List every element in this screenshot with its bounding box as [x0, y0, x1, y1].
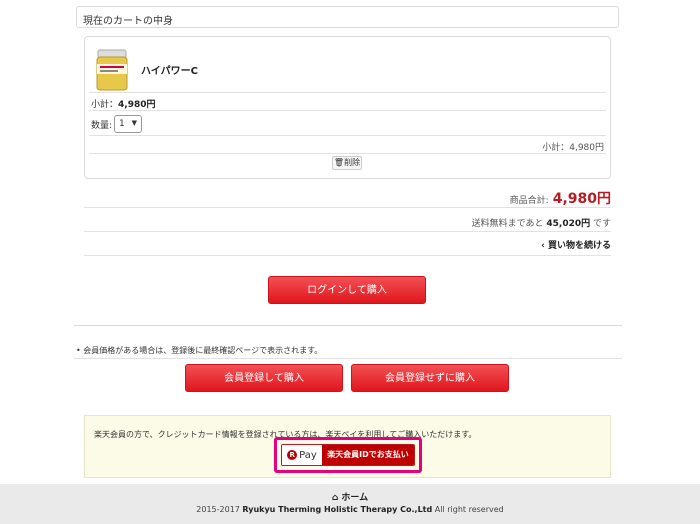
free-ship-suffix: です: [592, 219, 611, 229]
divider: [89, 135, 606, 136]
login-purchase-button[interactable]: ログインして購入: [268, 276, 426, 304]
divider: [89, 110, 606, 111]
subtotal-value: 4,980円: [118, 100, 156, 110]
footer: ⌂ ホーム 2015-2017 Ryukyu Therming Holistic…: [0, 484, 700, 524]
note-text: 会員価格がある場合は、登録後に最終確認ページで表示されます。: [83, 346, 323, 355]
chevron-down-icon: ▼: [131, 119, 137, 127]
footer-home-link[interactable]: ⌂ ホーム: [0, 490, 700, 503]
delete-label: 削除: [344, 158, 361, 167]
divider: [74, 358, 622, 359]
product-name[interactable]: ハイパワーC: [141, 62, 198, 77]
register-purchase-button[interactable]: 会員登録して購入: [185, 364, 343, 392]
cart-section-title: 現在のカートの中身: [76, 6, 619, 28]
delete-button[interactable]: 🗑削除: [332, 156, 362, 170]
continue-label: 買い物を続ける: [547, 241, 611, 251]
home-icon: ⌂: [331, 493, 342, 503]
continue-shopping-link[interactable]: ‹ 買い物を続ける: [541, 238, 611, 251]
rakuten-pay-wordmark: Pay: [299, 449, 317, 461]
member-price-note: • 会員価格がある場合は、登録後に最終確認ページで表示されます。: [76, 345, 322, 356]
rakuten-pay-label: 楽天会員IDでお支払い: [322, 445, 414, 465]
cart-page: 現在のカートの中身 ハイパワーC 小計：4,980円 数量: 1 ▼ 小計：4,…: [0, 0, 700, 524]
divider: [84, 231, 611, 232]
quantity-select[interactable]: 1 ▼: [114, 115, 142, 133]
rights-text: All right reserved: [434, 505, 504, 514]
total-label: 商品合計:: [509, 196, 549, 206]
rakuten-pay-highlight: R Pay 楽天会員IDでお支払い: [274, 437, 422, 473]
quantity-value: 1: [119, 119, 125, 129]
rakuten-r-icon: R: [287, 450, 298, 460]
cart-item-box: ハイパワーC 小計：4,980円 数量: 1 ▼ 小計：4,980円 🗑削除: [84, 36, 611, 179]
trash-icon: 🗑: [333, 158, 345, 167]
home-label: ホーム: [341, 493, 369, 503]
rakuten-pay-logo: R Pay: [282, 445, 322, 465]
item-subtotal: 小計：4,980円: [91, 97, 155, 110]
subtotal-label: 小計：: [91, 100, 119, 110]
line-subtotal: 小計：4,980円: [542, 143, 604, 153]
divider: [84, 255, 611, 256]
divider: [74, 325, 622, 326]
rakuten-pay-button[interactable]: R Pay 楽天会員IDでお支払い: [281, 444, 415, 466]
divider: [89, 92, 606, 93]
free-shipping-notice: 送料無料まであと 45,020円 です: [472, 216, 611, 229]
copyright: 2015-2017 Ryukyu Therming Holistic Thera…: [0, 505, 700, 514]
free-ship-amount: 45,020円: [546, 219, 591, 229]
copyright-years: 2015-2017: [196, 505, 240, 514]
cart-total: 商品合計: 4,980円: [510, 188, 611, 208]
guest-purchase-button[interactable]: 会員登録せずに購入: [351, 364, 509, 392]
quantity-label: 数量:: [91, 121, 113, 131]
rakuten-pay-box: 楽天会員の方で、クレジットカード情報を登録されている方は、楽天ペイを利用してご購…: [84, 415, 611, 478]
company-name: Ryukyu Therming Holistic Therapy Co.,Ltd: [242, 505, 433, 514]
free-ship-prefix: 送料無料まであと: [471, 219, 544, 229]
total-amount: 4,980円: [552, 191, 611, 207]
chevron-left-icon: ‹: [541, 241, 548, 251]
divider: [84, 207, 611, 208]
divider: [89, 153, 606, 154]
product-image[interactable]: [94, 46, 130, 92]
